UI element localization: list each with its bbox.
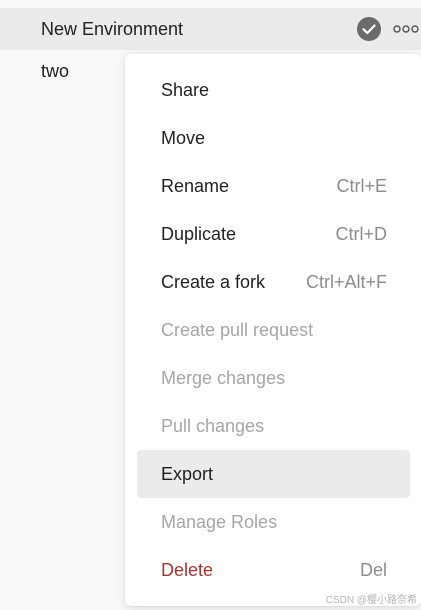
menu-item-shortcut: Del [359,559,387,580]
menu-item-shortcut: Ctrl+E [336,175,387,196]
menu-item-duplicate[interactable]: Duplicate Ctrl+D [137,210,410,258]
menu-item-label: Delete [161,559,214,580]
menu-item-label: Merge changes [161,367,286,388]
menu-item-label: Create pull request [161,319,314,340]
context-menu: Share Move Rename Ctrl+E Duplicate Ctrl+… [125,54,421,606]
menu-item-create-fork[interactable]: Create a fork Ctrl+Alt+F [137,258,410,306]
menu-item-export[interactable]: Export [137,450,410,498]
menu-item-label: Move [161,127,206,148]
menu-item-merge-changes[interactable]: Merge changes [137,354,410,402]
menu-item-label: Create a fork [161,271,266,292]
menu-item-create-pull-request[interactable]: Create pull request [137,306,410,354]
menu-item-move[interactable]: Move [137,114,410,162]
menu-item-manage-roles[interactable]: Manage Roles [137,498,410,546]
menu-item-label: Rename [161,175,230,196]
menu-item-delete[interactable]: Delete Del [137,546,410,594]
environment-name: two [41,60,70,81]
menu-item-share[interactable]: Share [137,66,410,114]
menu-item-label: Manage Roles [161,511,278,532]
environment-item-new-environment[interactable]: New Environment [0,8,421,50]
menu-item-label: Export [161,463,214,484]
top-strip [0,0,421,8]
more-horizontal-icon[interactable] [393,21,419,37]
menu-item-shortcut: Ctrl+Alt+F [305,271,387,292]
menu-item-label: Share [161,79,210,100]
menu-item-pull-changes[interactable]: Pull changes [137,402,410,450]
menu-item-label: Duplicate [161,223,237,244]
menu-item-shortcut: Ctrl+D [335,223,387,244]
watermark: CSDN @樱小路奈希 [325,595,417,606]
environment-name: New Environment [41,18,184,39]
menu-item-label: Pull changes [161,415,265,436]
check-circle-icon[interactable] [357,17,381,41]
menu-item-rename[interactable]: Rename Ctrl+E [137,162,410,210]
